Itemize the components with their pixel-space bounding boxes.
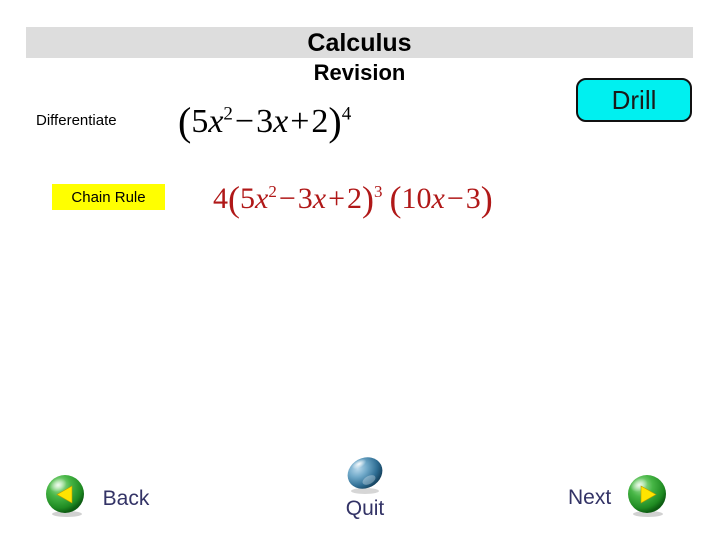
drill-button[interactable]: Drill <box>576 78 692 122</box>
answer-power: 3 <box>374 182 383 201</box>
answer-var3: x <box>431 182 445 215</box>
chain-rule-label: Chain Rule <box>71 188 146 206</box>
green-sphere-right-arrow-icon <box>628 475 667 517</box>
question-power: 4 <box>341 103 352 125</box>
question-const: 2 <box>311 103 329 140</box>
answer-coef2: 3 <box>297 182 313 215</box>
answer-const: 2 <box>347 182 362 215</box>
next-button[interactable]: Next <box>568 474 669 518</box>
answer-exp1: 2 <box>268 182 277 201</box>
back-button[interactable]: Back <box>44 474 152 518</box>
question-exp1: 2 <box>223 103 233 125</box>
answer-var2: x <box>312 182 327 215</box>
quit-button-label: Quit <box>345 497 385 520</box>
question-var2: x <box>273 103 289 140</box>
drill-button-label: Drill <box>611 84 657 115</box>
answer-outer-coef: 4 <box>213 182 228 215</box>
answer-op2: + <box>328 182 345 215</box>
quit-button[interactable]: Quit <box>325 455 405 521</box>
question-open-paren: ( <box>178 99 192 144</box>
question-coef2: 3 <box>256 103 274 140</box>
question-close-paren: ) <box>328 99 342 144</box>
next-button-label: Next <box>568 486 612 509</box>
answer-open-paren2: ( <box>389 179 402 219</box>
answer-coef3: 10 <box>401 182 432 215</box>
question-op1: − <box>234 103 255 140</box>
answer-var1: x <box>255 182 269 215</box>
slide-canvas: Calculus Revision Drill Differentiate (5… <box>0 0 720 540</box>
answer-coef1: 5 <box>240 182 255 215</box>
answer-op1: − <box>278 182 296 215</box>
green-sphere-left-arrow-icon <box>46 475 84 517</box>
question-var1: x <box>208 103 224 140</box>
back-button-label: Back <box>102 487 150 510</box>
answer-expression: 4(5x2−3x+2)3 (10x−3) <box>213 178 493 220</box>
answer-const2: 3 <box>465 182 481 215</box>
question-coef1: 5 <box>191 103 209 140</box>
blue-sphere-icon <box>347 457 383 494</box>
page-title-line1: Calculus <box>307 29 412 57</box>
answer-open-paren: ( <box>228 179 240 219</box>
question-op2: + <box>290 103 310 140</box>
question-expression: (5x2−3x+2)4 <box>178 98 351 145</box>
differentiate-prompt: Differentiate <box>36 112 117 129</box>
answer-op3: − <box>446 182 464 215</box>
answer-close-paren2: ) <box>480 179 493 219</box>
chain-rule-tag: Chain Rule <box>52 184 165 210</box>
answer-close-paren: ) <box>362 179 374 219</box>
